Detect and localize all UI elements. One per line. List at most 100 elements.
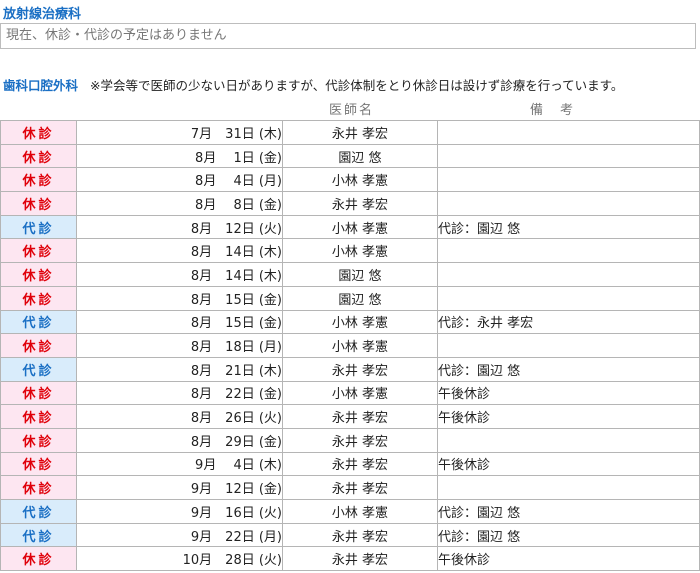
status-badge: 休診 xyxy=(0,404,77,429)
table-row: 代診 8月 21日 (木) 永井 孝宏 代診：園辺 悠 xyxy=(0,356,700,382)
table-row: 休診 8月 15日 (金) 園辺 悠 xyxy=(0,285,700,311)
table-row: 休診 8月 29日 (金) 永井 孝宏 xyxy=(0,427,700,453)
remark-cell: 代診：園辺 悠 xyxy=(437,214,700,240)
status-badge: 休診 xyxy=(0,238,77,264)
radiation-section-title: 放射線治療科 xyxy=(3,7,82,22)
status-badge: 休診 xyxy=(0,143,77,169)
schedule-table: 休診 7月 31日 (木) 永井 孝宏 休診 8月 1日 (金) 園辺 悠休診 8月 4日 … xyxy=(0,120,700,572)
table-row: 休診 8月 22日 (金) 小林 孝憲 午後休診 xyxy=(0,380,700,406)
doctor-cell: 永井 孝宏 xyxy=(282,427,438,453)
date-cell: 10月 28日 (火) xyxy=(76,546,283,572)
remark-cell: 代診：園辺 悠 xyxy=(437,356,700,382)
doctor-cell: 園辺 悠 xyxy=(282,262,438,287)
dental-note: ※学会等で医師の少ない日がありますが、代診体制をとり休診日は設けず診療を行ってい… xyxy=(90,78,624,93)
status-badge: 代診 xyxy=(0,499,77,524)
date-cell: 8月 14日 (木) xyxy=(76,262,283,287)
table-row: 休診 8月 4日 (月) 小林 孝憲 xyxy=(0,167,700,193)
status-badge: 休診 xyxy=(0,451,77,477)
doctor-cell: 小林 孝憲 xyxy=(282,333,438,358)
remark-cell xyxy=(437,262,700,287)
remark-cell: 代診：園辺 悠 xyxy=(437,522,700,548)
remark-cell: 代診：永井 孝宏 xyxy=(437,309,700,335)
doctor-cell: 永井 孝宏 xyxy=(282,356,438,382)
doctor-cell: 園辺 悠 xyxy=(282,285,438,311)
doctor-cell: 小林 孝憲 xyxy=(282,167,438,193)
doctor-cell: 小林 孝憲 xyxy=(282,238,438,264)
remark-cell xyxy=(437,120,700,145)
status-badge: 休診 xyxy=(0,120,77,145)
table-row: 代診 9月 22日 (月) 永井 孝宏 代診：園辺 悠 xyxy=(0,522,700,548)
table-row: 代診 8月 12日 (火) 小林 孝憲 代診：園辺 悠 xyxy=(0,214,700,240)
status-badge: 休診 xyxy=(0,333,77,358)
table-row: 代診 9月 16日 (火) 小林 孝憲 代診：園辺 悠 xyxy=(0,499,700,524)
status-badge: 代診 xyxy=(0,522,77,548)
status-badge: 休診 xyxy=(0,191,77,216)
table-row: 休診 8月 1日 (金) 園辺 悠 xyxy=(0,143,700,169)
remark-cell xyxy=(437,191,700,216)
date-cell: 8月 15日 (金) xyxy=(76,285,283,311)
doctor-cell: 永井 孝宏 xyxy=(282,120,438,145)
table-row: 休診 8月 26日 (火) 永井 孝宏 午後休診 xyxy=(0,404,700,429)
doctor-cell: 永井 孝宏 xyxy=(282,451,438,477)
dental-header: 歯科口腔外科 ※学会等で医師の少ない日がありますが、代診体制をとり休診日は設けず… xyxy=(3,75,623,94)
date-cell: 8月 22日 (金) xyxy=(76,380,283,406)
remark-cell: 午後休診 xyxy=(437,380,700,406)
table-row: 休診 10月 28日 (火) 永井 孝宏 午後休診 xyxy=(0,546,700,572)
doctor-cell: 永井 孝宏 xyxy=(282,522,438,548)
remark-cell: 午後休診 xyxy=(437,451,700,477)
doctor-cell: 小林 孝憲 xyxy=(282,309,438,335)
doctor-cell: 永井 孝宏 xyxy=(282,546,438,572)
date-cell: 8月 21日 (木) xyxy=(76,356,283,382)
status-badge: 代診 xyxy=(0,309,77,335)
status-badge: 休診 xyxy=(0,475,77,500)
remark-cell xyxy=(437,427,700,453)
column-header-doctor: 医師名 xyxy=(329,103,375,118)
status-badge: 代診 xyxy=(0,356,77,382)
remark-cell xyxy=(437,333,700,358)
date-cell: 9月 12日 (金) xyxy=(76,475,283,500)
remark-cell: 午後休診 xyxy=(437,546,700,572)
table-row: 休診 8月 14日 (木) 小林 孝憲 xyxy=(0,238,700,264)
radiation-notice: 現在、休診・代診の予定はありません xyxy=(0,23,696,49)
status-badge: 休診 xyxy=(0,262,77,287)
table-row: 休診 9月 4日 (木) 永井 孝宏 午後休診 xyxy=(0,451,700,477)
date-cell: 9月 16日 (火) xyxy=(76,499,283,524)
date-cell: 7月 31日 (木) xyxy=(76,120,283,145)
date-cell: 8月 18日 (月) xyxy=(76,333,283,358)
status-badge: 休診 xyxy=(0,380,77,406)
date-cell: 9月 4日 (木) xyxy=(76,451,283,477)
column-header-remark: 備 考 xyxy=(530,103,576,118)
date-cell: 8月 26日 (火) xyxy=(76,404,283,429)
remark-cell xyxy=(437,285,700,311)
remark-cell: 午後休診 xyxy=(437,404,700,429)
table-row: 休診 8月 18日 (月) 小林 孝憲 xyxy=(0,333,700,358)
date-cell: 8月 8日 (金) xyxy=(76,191,283,216)
doctor-cell: 小林 孝憲 xyxy=(282,214,438,240)
date-cell: 8月 29日 (金) xyxy=(76,427,283,453)
date-cell: 8月 1日 (金) xyxy=(76,143,283,169)
status-badge: 代診 xyxy=(0,214,77,240)
status-badge: 休診 xyxy=(0,546,77,572)
doctor-cell: 永井 孝宏 xyxy=(282,191,438,216)
table-row: 休診 7月 31日 (木) 永井 孝宏 xyxy=(0,120,700,145)
remark-cell xyxy=(437,238,700,264)
dental-section-title: 歯科口腔外科 xyxy=(3,78,79,93)
doctor-cell: 永井 孝宏 xyxy=(282,475,438,500)
remark-cell xyxy=(437,143,700,169)
status-badge: 休診 xyxy=(0,427,77,453)
table-row: 休診 8月 14日 (木) 園辺 悠 xyxy=(0,262,700,287)
doctor-cell: 小林 孝憲 xyxy=(282,499,438,524)
table-row: 休診 9月 12日 (金) 永井 孝宏 xyxy=(0,475,700,500)
status-badge: 休診 xyxy=(0,167,77,193)
table-row: 休診 8月 8日 (金) 永井 孝宏 xyxy=(0,191,700,216)
remark-cell: 代診：園辺 悠 xyxy=(437,499,700,524)
date-cell: 8月 14日 (木) xyxy=(76,238,283,264)
date-cell: 8月 12日 (火) xyxy=(76,214,283,240)
date-cell: 8月 15日 (金) xyxy=(76,309,283,335)
status-badge: 休診 xyxy=(0,285,77,311)
remark-cell xyxy=(437,167,700,193)
table-row: 代診 8月 15日 (金) 小林 孝憲 代診：永井 孝宏 xyxy=(0,309,700,335)
doctor-cell: 園辺 悠 xyxy=(282,143,438,169)
remark-cell xyxy=(437,475,700,500)
date-cell: 8月 4日 (月) xyxy=(76,167,283,193)
